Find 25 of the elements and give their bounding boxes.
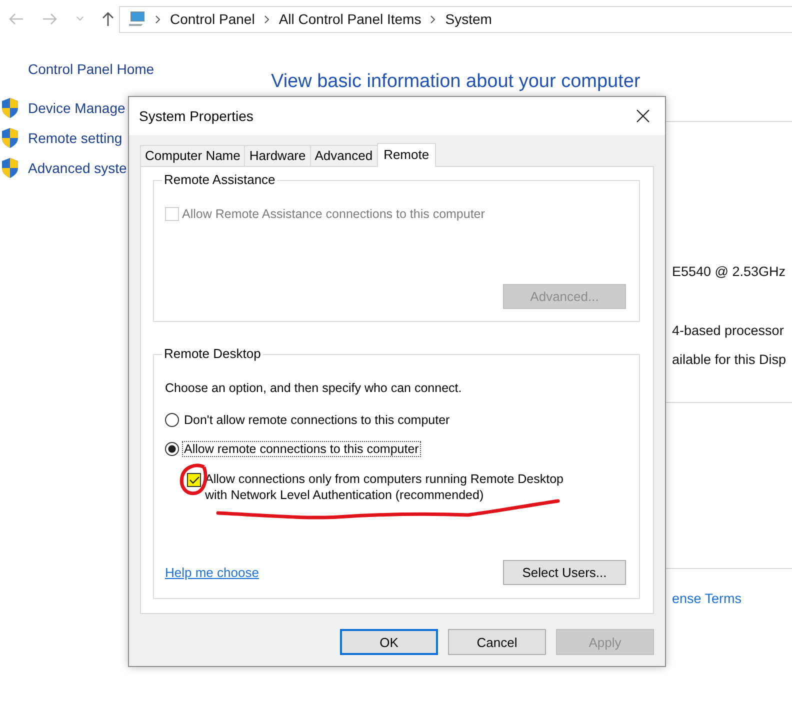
address-bar[interactable]: Control Panel All Control Panel Items System <box>119 6 792 32</box>
radio-label: Don't allow remote connections to this computer <box>183 412 451 428</box>
dialog-title: System Properties <box>139 108 254 124</box>
dialog-button[interactable]: OK <box>340 629 438 655</box>
sidebar-link[interactable]: Control Panel Home <box>0 61 243 77</box>
help-link[interactable]: Help me choose <box>165 565 259 580</box>
system-detail: ailable for this Disp <box>672 352 788 367</box>
sidebar-link[interactable]: Remote setting <box>28 130 122 146</box>
tab[interactable]: Computer Name <box>140 145 246 166</box>
dialog-button[interactable]: Cancel <box>448 629 546 655</box>
select-users-button[interactable]: Select Users... <box>503 560 626 585</box>
checkbox-label: Allow Remote Assistance connections to this computer <box>182 207 485 221</box>
sidebar-link[interactable]: Device Manage <box>28 100 126 116</box>
checkbox-label: Allow connections only from computers running Remote Desktop with Network Level Authentication (recommended) <box>205 471 564 503</box>
breadcrumb[interactable]: Control Panel <box>170 11 255 27</box>
instruction-text: Choose an option, and then specify who can connect. <box>165 381 463 395</box>
sidebar-link[interactable]: Advanced syste <box>28 160 127 176</box>
breadcrumb[interactable]: All Control Panel Items <box>278 11 422 27</box>
tab[interactable]: Remote <box>376 143 436 167</box>
radio-label: Allow remote connections to this computer <box>182 441 421 457</box>
page-heading: View basic information about your computer <box>270 71 642 93</box>
system-detail: 4-based processor <box>672 323 785 338</box>
group-title: Remote Desktop <box>162 346 263 362</box>
breadcrumb[interactable]: System <box>445 11 492 27</box>
system-detail: E5540 @ 2.53GHz <box>672 264 787 279</box>
